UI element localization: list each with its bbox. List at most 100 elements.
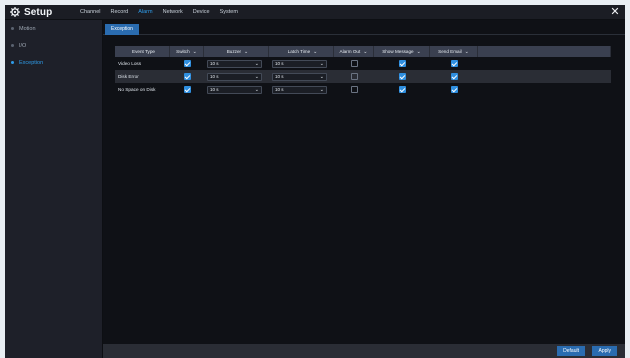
alarm-out-checkbox[interactable] — [350, 60, 358, 67]
gear-icon — [10, 7, 20, 17]
bullet-icon — [11, 61, 14, 64]
latch-time-cell: 10 s ⌄ — [269, 57, 334, 70]
column-header-show-message[interactable]: Show Message ⌄ — [374, 46, 430, 57]
buzzer-select[interactable]: 10 s ⌄ — [207, 59, 262, 68]
event-type-cell: Disk Error — [118, 74, 139, 79]
exception-table: Event Type Switch ⌄ Buzzer ⌄ Latch Time ⌄ A… — [115, 46, 611, 96]
table-row: Video Loss 10 s ⌄ 10 s ⌄ — [115, 57, 611, 70]
sidebar-item-exception[interactable]: Exception — [5, 54, 102, 71]
show-message-checkbox[interactable] — [398, 60, 406, 67]
chevron-down-icon: ⌄ — [363, 48, 368, 55]
chevron-down-icon: ⌄ — [319, 60, 324, 67]
close-icon[interactable]: ✕ — [609, 6, 621, 18]
alarm-out-cell — [334, 83, 374, 96]
column-label: Alarm Out — [339, 49, 361, 54]
latch-time-select[interactable]: 10 s ⌄ — [272, 85, 327, 94]
column-header-spacer — [478, 46, 611, 57]
latch-time-cell: 10 s ⌄ — [269, 83, 334, 96]
chevron-down-icon: ⌄ — [313, 48, 318, 55]
chevron-down-icon: ⌄ — [464, 48, 469, 55]
switch-cell — [170, 83, 204, 96]
buzzer-select[interactable]: 10 s ⌄ — [207, 72, 262, 81]
buzzer-cell: 10 s ⌄ — [204, 70, 269, 83]
send-email-checkbox[interactable] — [450, 73, 458, 80]
nav-record[interactable]: Record — [106, 5, 134, 19]
sidebar-item-motion[interactable]: Motion — [5, 20, 102, 37]
switch-checkbox[interactable] — [183, 86, 191, 93]
column-header-event-type: Event Type — [115, 46, 170, 57]
footer-bar: Default Apply — [103, 344, 625, 358]
latch-time-cell: 10 s ⌄ — [269, 70, 334, 83]
app-title: Setup — [24, 6, 53, 18]
switch-cell — [170, 57, 204, 70]
main-nav: Channel Record Alarm Network Device Syst… — [75, 5, 243, 19]
select-value: 10 s — [275, 61, 284, 66]
nav-alarm[interactable]: Alarm — [133, 5, 157, 19]
top-bar: Setup Channel Record Alarm Network Devic… — [5, 5, 625, 19]
column-label: Switch — [176, 49, 190, 54]
column-label: Event Type — [132, 49, 155, 54]
apply-button[interactable]: Apply — [592, 346, 617, 356]
show-message-checkbox[interactable] — [398, 86, 406, 93]
column-label: Buzzer — [226, 49, 242, 54]
nav-system[interactable]: System — [215, 5, 243, 19]
bullet-icon — [11, 44, 14, 47]
show-message-cell — [374, 57, 430, 70]
switch-checkbox[interactable] — [183, 60, 191, 67]
show-message-checkbox[interactable] — [398, 73, 406, 80]
latch-time-select[interactable]: 10 s ⌄ — [272, 72, 327, 81]
chevron-down-icon: ⌄ — [254, 86, 259, 93]
main-panel: Exception Event Type Switch ⌄ Buzzer ⌄ Lat… — [103, 20, 625, 358]
column-header-switch[interactable]: Switch ⌄ — [170, 46, 204, 57]
chevron-down-icon: ⌄ — [244, 48, 249, 55]
table-header: Event Type Switch ⌄ Buzzer ⌄ Latch Time ⌄ A… — [115, 46, 611, 57]
column-header-buzzer[interactable]: Buzzer ⌄ — [204, 46, 269, 57]
select-value: 10 s — [210, 74, 219, 79]
table-row: Disk Error 10 s ⌄ 10 s ⌄ — [115, 70, 611, 83]
event-type-cell: No Space on Disk — [118, 87, 156, 92]
tab-exception[interactable]: Exception — [105, 24, 139, 35]
select-value: 10 s — [210, 61, 219, 66]
column-label: Show Message — [382, 49, 414, 54]
subtab-bar: Exception — [103, 24, 625, 35]
show-message-cell — [374, 70, 430, 83]
sidebar: Motion I/O Exception — [5, 20, 102, 358]
switch-cell — [170, 70, 204, 83]
send-email-cell — [430, 83, 478, 96]
send-email-cell — [430, 70, 478, 83]
nav-network[interactable]: Network — [158, 5, 188, 19]
show-message-cell — [374, 83, 430, 96]
row-spacer — [478, 70, 611, 83]
column-header-alarm-out[interactable]: Alarm Out ⌄ — [334, 46, 374, 57]
buzzer-cell: 10 s ⌄ — [204, 83, 269, 96]
alarm-out-checkbox[interactable] — [350, 73, 358, 80]
setup-window: Setup Channel Record Alarm Network Devic… — [5, 5, 625, 358]
table-row: No Space on Disk 10 s ⌄ 10 s ⌄ — [115, 83, 611, 96]
chevron-down-icon: ⌄ — [319, 86, 324, 93]
row-spacer — [478, 83, 611, 96]
latch-time-select[interactable]: 10 s ⌄ — [272, 59, 327, 68]
chevron-down-icon: ⌄ — [254, 73, 259, 80]
switch-checkbox[interactable] — [183, 73, 191, 80]
buzzer-select[interactable]: 10 s ⌄ — [207, 85, 262, 94]
select-value: 10 s — [275, 74, 284, 79]
sidebar-item-io[interactable]: I/O — [5, 37, 102, 54]
column-header-latch-time[interactable]: Latch Time ⌄ — [269, 46, 334, 57]
alarm-out-checkbox[interactable] — [350, 86, 358, 93]
buzzer-cell: 10 s ⌄ — [204, 57, 269, 70]
chevron-down-icon: ⌄ — [192, 48, 197, 55]
nav-device[interactable]: Device — [188, 5, 215, 19]
nav-channel[interactable]: Channel — [75, 5, 106, 19]
sidebar-item-label: Exception — [19, 59, 44, 66]
chevron-down-icon: ⌄ — [254, 60, 259, 67]
column-header-send-email[interactable]: Send Email ⌄ — [430, 46, 478, 57]
send-email-checkbox[interactable] — [450, 86, 458, 93]
sidebar-item-label: I/O — [19, 42, 27, 49]
send-email-checkbox[interactable] — [450, 60, 458, 67]
default-button[interactable]: Default — [557, 346, 585, 356]
event-type-cell: Video Loss — [118, 61, 142, 66]
column-label: Latch Time — [287, 49, 311, 54]
select-value: 10 s — [210, 87, 219, 92]
bullet-icon — [11, 27, 14, 30]
row-spacer — [478, 57, 611, 70]
